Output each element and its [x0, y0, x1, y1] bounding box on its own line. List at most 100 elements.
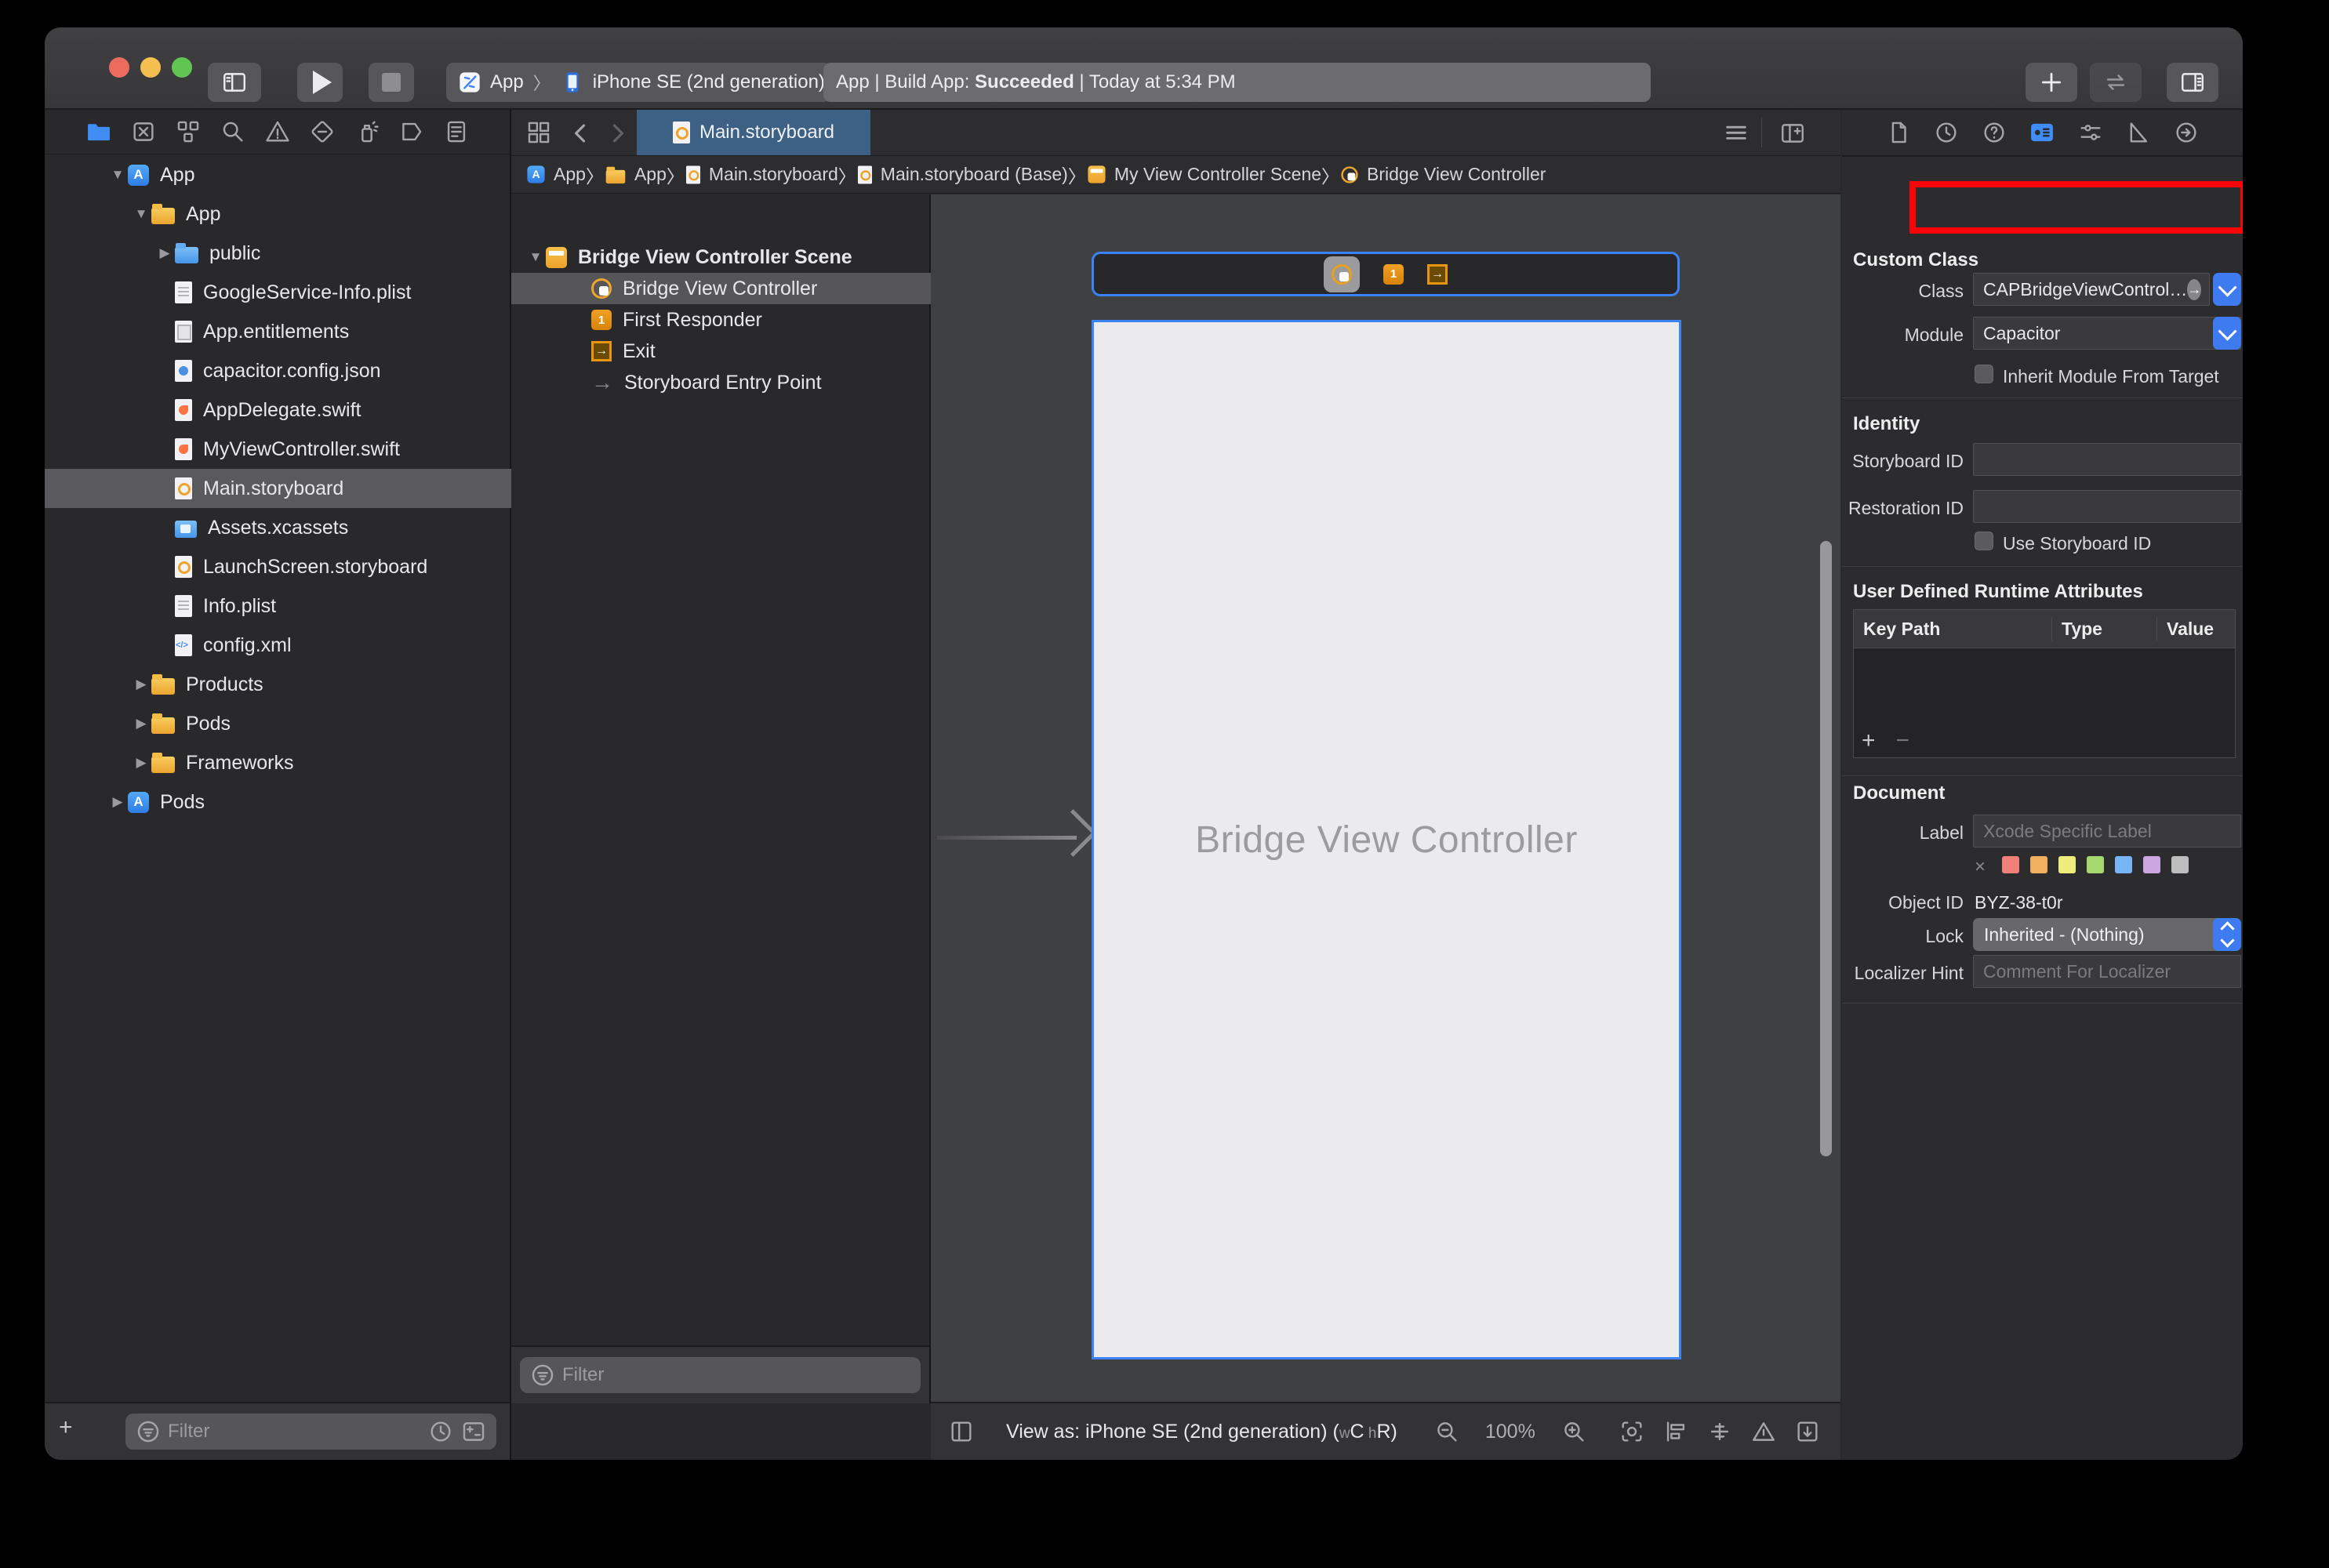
- jump-to-class-icon[interactable]: →: [2187, 279, 2201, 300]
- class-field[interactable]: CAPBridgeViewControl… →: [1973, 273, 2210, 306]
- attributes-inspector-icon[interactable]: [2077, 119, 2104, 146]
- doc-label-field[interactable]: Xcode Specific Label: [1973, 815, 2241, 848]
- disclosure-triangle-icon[interactable]: ▶: [131, 677, 151, 692]
- file-row-app[interactable]: ▼AApp: [45, 155, 572, 194]
- swift-file-icon: [175, 438, 192, 460]
- disclosure-triangle-icon[interactable]: ▶: [131, 716, 151, 731]
- project-navigator-icon[interactable]: [85, 118, 112, 145]
- disclosure-triangle-icon[interactable]: ▼: [107, 167, 128, 183]
- editor-options-icon[interactable]: [1723, 120, 1749, 147]
- disclosure-triangle-icon[interactable]: ▶: [131, 755, 151, 771]
- navigator-toggle-button[interactable]: [208, 63, 261, 102]
- disclosure-triangle-icon[interactable]: ▼: [525, 249, 546, 265]
- udra-remove-button[interactable]: −: [1896, 728, 1910, 754]
- zoom-in-icon[interactable]: [1561, 1418, 1587, 1445]
- exit-icon[interactable]: →: [1427, 264, 1448, 285]
- outline-filter-field[interactable]: Filter: [520, 1357, 921, 1393]
- source-control-icon[interactable]: [130, 118, 157, 145]
- debug-navigator-icon[interactable]: [354, 118, 380, 145]
- find-navigator-icon[interactable]: [220, 118, 246, 145]
- zoom-level[interactable]: 100%: [1485, 1421, 1535, 1443]
- window-close-button[interactable]: [109, 57, 129, 78]
- localizer-hint-field[interactable]: Comment For Localizer: [1973, 955, 2241, 988]
- breadcrumb-app[interactable]: App: [604, 164, 667, 185]
- label-color-swatch[interactable]: [2087, 856, 2104, 873]
- breadcrumb-my-view-controller-scene[interactable]: My View Controller Scene: [1086, 164, 1321, 185]
- file-row-pods[interactable]: ▶APods: [45, 782, 572, 822]
- add-constraints-icon[interactable]: [1706, 1418, 1733, 1445]
- breadcrumb-main-storyboard-base-[interactable]: Main.storyboard (Base): [856, 164, 1068, 186]
- label-color-swatch[interactable]: [2115, 856, 2132, 873]
- disclosure-triangle-icon[interactable]: ▶: [154, 245, 175, 261]
- update-frames-icon[interactable]: [1619, 1418, 1645, 1445]
- quick-help-inspector-icon[interactable]: [1981, 119, 2007, 146]
- breadcrumb-bridge-view-controller[interactable]: Bridge View Controller: [1339, 164, 1546, 185]
- embed-in-icon[interactable]: [1794, 1418, 1821, 1445]
- add-file-button[interactable]: +: [59, 1414, 73, 1441]
- label-color-swatch[interactable]: [2002, 856, 2019, 873]
- dock-view-controller[interactable]: [1324, 256, 1360, 292]
- source-control-status-filter-icon[interactable]: [460, 1418, 487, 1445]
- view-as-label[interactable]: View as: iPhone SE (2nd generation) (wC …: [1006, 1421, 1397, 1443]
- inspectors-toggle-button[interactable]: [2167, 63, 2218, 102]
- report-navigator-icon[interactable]: [443, 118, 470, 145]
- test-navigator-icon[interactable]: [309, 118, 336, 145]
- breadcrumb-app[interactable]: AApp: [525, 164, 586, 185]
- udra-add-button[interactable]: +: [1862, 728, 1876, 754]
- symbol-navigator-icon[interactable]: [175, 118, 202, 145]
- file-inspector-icon[interactable]: [1885, 119, 1912, 146]
- outline-row-storyboard-entry-point[interactable]: →Storyboard Entry Point: [511, 367, 989, 398]
- run-button[interactable]: [297, 63, 343, 102]
- restoration-id-field[interactable]: [1973, 490, 2241, 523]
- history-inspector-icon[interactable]: [1933, 119, 1960, 146]
- label-color-swatch[interactable]: [2058, 856, 2076, 873]
- first-responder-icon: 1: [591, 310, 612, 330]
- outline-toggle-icon[interactable]: [948, 1418, 975, 1445]
- label-color-swatch[interactable]: [2171, 856, 2189, 873]
- size-inspector-icon[interactable]: [2125, 119, 2152, 146]
- tab-main-storyboard[interactable]: Main.storyboard: [637, 110, 870, 155]
- first-responder-icon[interactable]: 1: [1383, 264, 1404, 285]
- view-controller-view[interactable]: Bridge View Controller: [1092, 320, 1681, 1359]
- issue-navigator-icon[interactable]: [264, 118, 291, 145]
- related-items-icon[interactable]: [525, 119, 552, 146]
- module-dropdown-button[interactable]: [2213, 317, 2241, 350]
- code-review-button[interactable]: [2090, 63, 2142, 102]
- identity-inspector-icon[interactable]: [2029, 119, 2055, 146]
- scheme-selector[interactable]: App 〉 iPhone SE (2nd generation): [446, 63, 830, 102]
- library-button[interactable]: [2026, 63, 2077, 102]
- canvas-scrollbar[interactable]: [1820, 541, 1832, 1156]
- swatch-none[interactable]: ×: [1975, 856, 1986, 878]
- breadcrumb-separator: 〉: [1068, 162, 1086, 188]
- outline-row-bridge-view-controller-scene[interactable]: ▼Bridge View Controller Scene: [511, 241, 943, 273]
- recent-files-filter-icon[interactable]: [427, 1418, 454, 1445]
- resolve-autolayout-icon[interactable]: [1750, 1418, 1777, 1445]
- stop-button[interactable]: [369, 63, 414, 102]
- disclosure-triangle-icon[interactable]: ▶: [107, 794, 128, 810]
- connections-inspector-icon[interactable]: [2173, 119, 2200, 146]
- inherit-module-checkbox[interactable]: [1975, 365, 1993, 383]
- label-color-swatch[interactable]: [2030, 856, 2047, 873]
- use-storyboard-id-checkbox[interactable]: [1975, 532, 1993, 550]
- navigator-filter-field[interactable]: Filter: [125, 1414, 496, 1450]
- align-icon[interactable]: [1662, 1418, 1689, 1445]
- interface-builder-canvas[interactable]: 1 → Bridge View Controller: [931, 194, 1840, 1403]
- back-button-icon[interactable]: [568, 120, 594, 147]
- window-minimize-button[interactable]: [140, 57, 161, 78]
- inherit-module-label: Inherit Module From Target: [2003, 366, 2219, 387]
- outline-row-first-responder[interactable]: 1First Responder: [511, 304, 989, 336]
- class-dropdown-button[interactable]: [2213, 273, 2241, 306]
- lock-dropdown[interactable]: Inherited - (Nothing): [1973, 918, 2241, 951]
- window-zoom-button[interactable]: [172, 57, 192, 78]
- breadcrumb-main-storyboard[interactable]: Main.storyboard: [685, 164, 838, 186]
- forward-button-icon[interactable]: [604, 120, 630, 147]
- module-field[interactable]: Capacitor: [1973, 317, 2241, 350]
- breakpoint-navigator-icon[interactable]: [398, 118, 425, 145]
- storyboard-id-field[interactable]: [1973, 443, 2241, 476]
- label-color-swatch[interactable]: [2143, 856, 2160, 873]
- outline-row-bridge-view-controller[interactable]: Bridge View Controller: [511, 273, 989, 304]
- add-editor-icon[interactable]: [1779, 120, 1806, 147]
- zoom-out-icon[interactable]: [1433, 1418, 1460, 1445]
- outline-row-exit[interactable]: →Exit: [511, 336, 989, 367]
- disclosure-triangle-icon[interactable]: ▼: [131, 206, 151, 222]
